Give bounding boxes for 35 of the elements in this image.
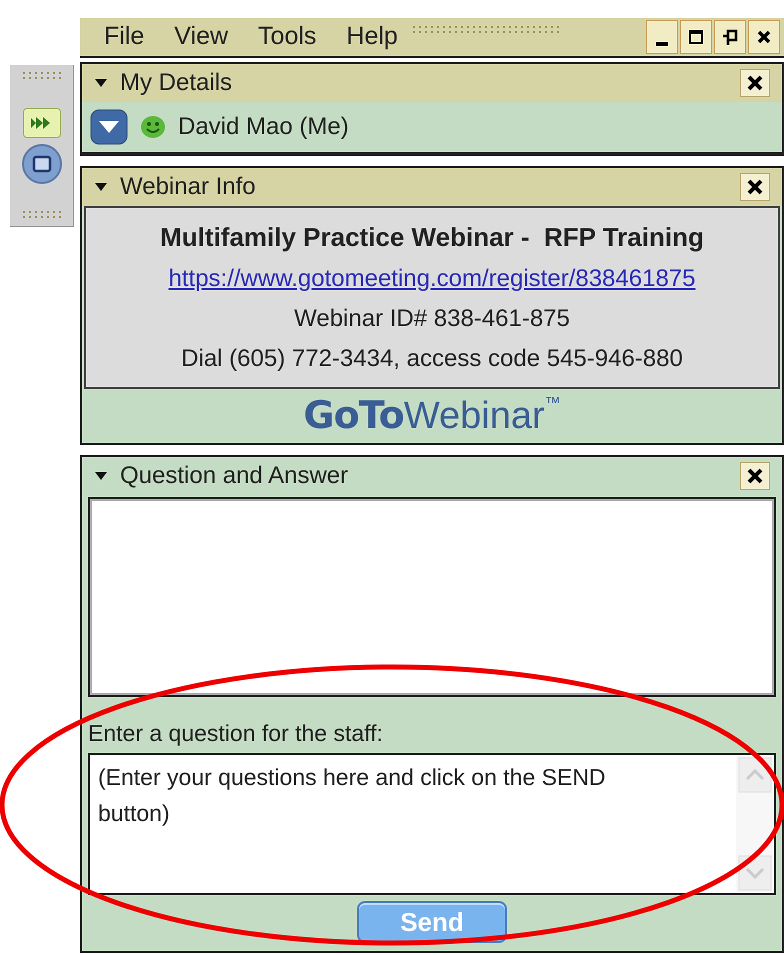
question-prompt: Enter a question for the staff:	[88, 718, 384, 748]
smiley-icon	[140, 114, 166, 138]
dropdown-icon[interactable]	[90, 108, 128, 144]
registration-link[interactable]: https://www.gotomeeting.com/register/838461875	[168, 260, 696, 296]
close-icon	[746, 466, 764, 484]
collapse-triangle-icon[interactable]	[94, 182, 108, 192]
webinar-id: Webinar ID# 838-461-875	[294, 304, 570, 334]
close-button[interactable]	[740, 172, 770, 200]
dial-in-info: Dial (605) 772-3434, access code 545-946-880	[181, 344, 683, 374]
close-button[interactable]	[740, 462, 770, 490]
menu-item[interactable]: View	[174, 18, 228, 56]
fast-forward-button[interactable]	[22, 108, 60, 138]
close-icon	[746, 74, 764, 92]
close-icon	[746, 178, 764, 196]
maximize-button[interactable]	[680, 20, 712, 54]
panel-title: Question and Answer	[120, 460, 350, 490]
maximize-icon	[687, 28, 705, 46]
pin-icon	[721, 28, 739, 46]
window-button[interactable]	[22, 144, 62, 184]
window-icon	[32, 154, 52, 172]
menu-item[interactable]: Tools	[258, 18, 316, 56]
logo: GoToWebinar™	[303, 396, 561, 435]
close-button[interactable]	[748, 20, 780, 54]
menu-item[interactable]: Help	[346, 18, 398, 56]
collapse-triangle-icon[interactable]	[94, 470, 108, 480]
pin-button[interactable]	[714, 20, 746, 54]
collapse-triangle-icon[interactable]	[94, 78, 108, 88]
minimize-button[interactable]	[646, 20, 678, 54]
webinar-title: Multifamily Practice Webinar - RFP Training	[160, 220, 704, 254]
menu-item[interactable]: File	[104, 18, 144, 56]
panel-title: Webinar Info	[120, 172, 257, 202]
panel-title: My Details	[120, 68, 234, 98]
minimize-icon	[656, 42, 668, 46]
user-name: David Mao (Me)	[178, 112, 349, 142]
close-button[interactable]	[740, 68, 770, 96]
